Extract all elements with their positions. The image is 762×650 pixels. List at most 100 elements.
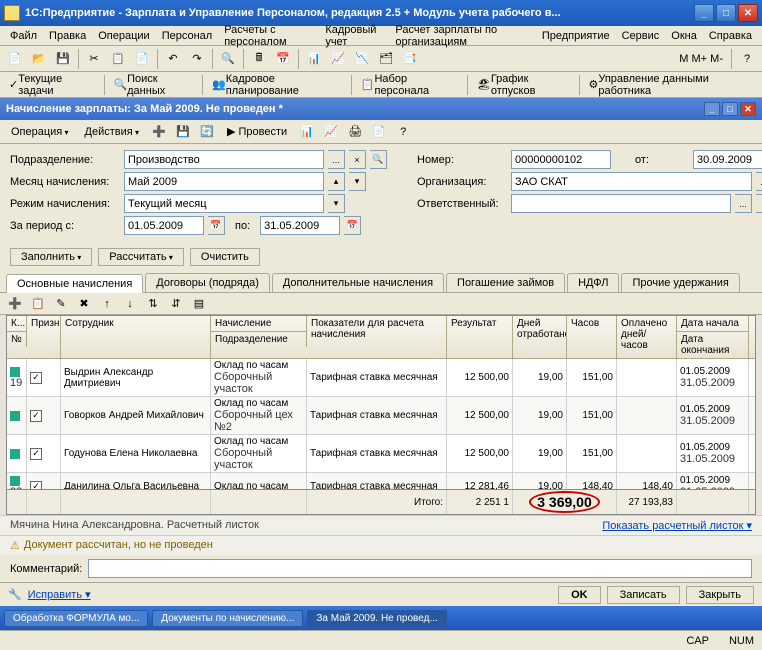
nav-tasks[interactable]: ✓ Текущие задачи — [4, 71, 100, 99]
grid-edit-icon[interactable]: ✎ — [50, 293, 72, 315]
nav-nabor[interactable]: 📋Набор персонала — [356, 71, 463, 99]
menu-edit[interactable]: Правка — [43, 28, 92, 44]
tab-ndfl[interactable]: НДФЛ — [567, 273, 619, 292]
provesti-button[interactable]: ▶ Провести — [220, 122, 294, 141]
find-icon[interactable]: 🔍 — [217, 48, 239, 70]
doc-new-icon[interactable]: ➕ — [148, 121, 170, 143]
nav-grafik[interactable]: 🏖График отпусков — [472, 71, 575, 99]
input-podrazd[interactable]: Производство — [124, 150, 324, 169]
col-nach[interactable]: Начисление — [211, 316, 307, 331]
grid-body[interactable]: 19✓Выдрин Александр ДмитриевичОклад по ч… — [7, 359, 755, 489]
help-icon[interactable]: ? — [736, 48, 758, 70]
grid-sort-icon[interactable]: ⇅ — [142, 293, 164, 315]
input-ot[interactable]: 30.09.2009 — [693, 150, 762, 169]
copy-icon[interactable]: 📋 — [107, 48, 129, 70]
doc-print-icon[interactable]: 🖨 — [344, 121, 366, 143]
row-checkbox[interactable]: ✓ — [30, 372, 42, 384]
col-opl[interactable]: Оплачено дней/часов — [617, 316, 677, 358]
podrazd-clear-button[interactable]: × — [349, 150, 366, 169]
task-1[interactable]: Обработка ФОРМУЛА мо... — [4, 610, 148, 627]
period-to-cal-button[interactable]: 📅 — [344, 216, 361, 235]
table-row[interactable]: 19✓Выдрин Александр ДмитриевичОклад по ч… — [7, 359, 755, 397]
menu-kadrovy[interactable]: Кадровый учет — [319, 22, 389, 50]
doc-tool3-icon[interactable]: 📄 — [368, 121, 390, 143]
redo-icon[interactable]: ↷ — [186, 48, 208, 70]
grid-copy-icon[interactable]: 📋 — [27, 293, 49, 315]
input-org[interactable]: ЗАО СКАТ — [511, 172, 752, 191]
grid-add-icon[interactable]: ➕ — [4, 293, 26, 315]
tab-dop[interactable]: Дополнительные начисления — [272, 273, 444, 292]
org-select-button[interactable]: ... — [756, 172, 762, 191]
input-period-from[interactable]: 01.05.2009 — [124, 216, 204, 235]
clear-button[interactable]: Очистить — [190, 248, 260, 266]
mesyac-up-button[interactable]: ▴ — [328, 172, 345, 191]
menu-enterprise[interactable]: Предприятие — [536, 28, 616, 44]
table-row[interactable]: 23✓Данилина Ольга ВасильевнаОклад по час… — [7, 473, 755, 489]
menu-personal[interactable]: Персонал — [156, 28, 219, 44]
doc-tool1-icon[interactable]: 📊 — [296, 121, 318, 143]
col-sotr[interactable]: Сотрудник — [61, 316, 211, 358]
menu-raschet-zp[interactable]: Расчет зарплаты по организациям — [389, 22, 535, 50]
grid-sort2-icon[interactable]: ⇵ — [165, 293, 187, 315]
minimize-button[interactable]: _ — [694, 4, 714, 22]
col-dney[interactable]: Дней отработано — [513, 316, 567, 358]
row-checkbox[interactable]: ✓ — [30, 481, 42, 490]
nav-uprav[interactable]: ⚙Управление данными работника — [583, 71, 758, 99]
save-icon[interactable]: 💾 — [52, 48, 74, 70]
task-2[interactable]: Документы по начислению... — [152, 610, 303, 627]
tab-prochie[interactable]: Прочие удержания — [621, 273, 739, 292]
new-icon[interactable]: 📄 — [4, 48, 26, 70]
col-k[interactable]: К... — [7, 316, 27, 331]
table-row[interactable]: ✓Годунова Елена НиколаевнаОклад по часам… — [7, 435, 755, 473]
ok-button[interactable]: OK — [558, 586, 601, 604]
row-checkbox[interactable]: ✓ — [30, 448, 42, 460]
paste-icon[interactable]: 📄 — [131, 48, 153, 70]
input-period-to[interactable]: 31.05.2009 — [260, 216, 340, 235]
tool-icon[interactable]: 📊 — [303, 48, 325, 70]
col-pokaz[interactable]: Показатели для расчета начисления — [307, 316, 447, 358]
maximize-button[interactable]: □ — [716, 4, 736, 22]
row-checkbox[interactable]: ✓ — [30, 410, 42, 422]
fill-button[interactable]: Заполнить — [10, 248, 92, 266]
tool2-icon[interactable]: 📈 — [327, 48, 349, 70]
menu-windows[interactable]: Окна — [665, 28, 703, 44]
table-row[interactable]: ✓Говорков Андрей МихайловичОклад по часа… — [7, 397, 755, 435]
memory-indicator[interactable]: M M+ M- — [675, 53, 727, 65]
doc-tool2-icon[interactable]: 📈 — [320, 121, 342, 143]
podrazd-select-button[interactable]: ... — [328, 150, 345, 169]
menu-help[interactable]: Справка — [703, 28, 758, 44]
rezhim-dropdown-button[interactable]: ▾ — [328, 194, 345, 213]
input-mesyac[interactable]: Май 2009 — [124, 172, 324, 191]
write-button[interactable]: Записать — [607, 586, 680, 604]
menu-service[interactable]: Сервис — [616, 28, 666, 44]
operation-dropdown[interactable]: Операция — [4, 123, 76, 141]
input-otv[interactable] — [511, 194, 731, 213]
cut-icon[interactable]: ✂ — [83, 48, 105, 70]
period-from-cal-button[interactable]: 📅 — [208, 216, 225, 235]
col-rez[interactable]: Результат — [447, 316, 513, 358]
calculate-button[interactable]: Рассчитать — [98, 248, 184, 266]
podrazd-search-button[interactable]: 🔍 — [370, 150, 387, 169]
col-dend[interactable]: Дата окончания — [677, 331, 749, 358]
task-3[interactable]: За Май 2009. Не провед... — [307, 610, 446, 627]
col-n[interactable]: № — [7, 331, 27, 347]
tab-pogashenie[interactable]: Погашение займов — [446, 273, 565, 292]
doc-help-icon[interactable]: ? — [392, 121, 414, 143]
input-rezhim[interactable]: Текущий месяц — [124, 194, 324, 213]
mesyac-down-button[interactable]: ▾ — [349, 172, 366, 191]
otv-select-button[interactable]: ... — [735, 194, 752, 213]
grid-del-icon[interactable]: ✖ — [73, 293, 95, 315]
tool3-icon[interactable]: 📉 — [351, 48, 373, 70]
grid-up-icon[interactable]: ↑ — [96, 293, 118, 315]
col-chas[interactable]: Часов — [567, 316, 617, 358]
actions-dropdown[interactable]: Действия — [78, 123, 146, 141]
col-podr[interactable]: Подразделение — [211, 331, 307, 347]
fix-link[interactable]: Исправить ▾ — [28, 588, 91, 601]
doc-refresh-icon[interactable]: 🔄 — [196, 121, 218, 143]
doc-save-icon[interactable]: 💾 — [172, 121, 194, 143]
tool4-icon[interactable]: 🗂 — [375, 48, 397, 70]
input-nomer[interactable]: 00000000102 — [511, 150, 611, 169]
tab-dogovory[interactable]: Договоры (подряда) — [145, 273, 270, 292]
input-comment[interactable] — [88, 559, 752, 578]
calendar-icon[interactable]: 📅 — [272, 48, 294, 70]
